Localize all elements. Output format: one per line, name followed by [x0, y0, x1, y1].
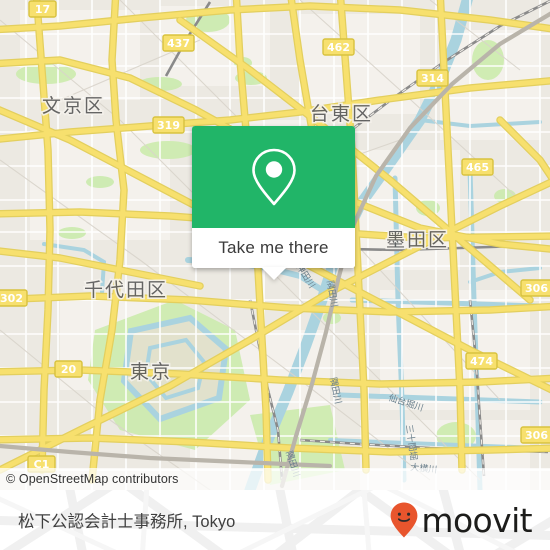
svg-text:474: 474	[470, 355, 493, 368]
footer-bar: 松下公認会計士事務所, Tokyo moovit	[0, 490, 550, 550]
svg-text:17: 17	[35, 3, 50, 16]
svg-text:文京区: 文京区	[42, 95, 105, 117]
svg-text:306: 306	[525, 429, 548, 442]
svg-text:462: 462	[327, 41, 350, 54]
svg-text:437: 437	[167, 37, 190, 50]
map-attribution-bar: © OpenStreetMap contributors	[0, 468, 550, 490]
moovit-logo: moovit	[389, 500, 533, 540]
svg-text:465: 465	[466, 161, 489, 174]
svg-text:墨田区: 墨田区	[386, 229, 449, 251]
svg-text:302: 302	[0, 292, 23, 305]
popup-pointer-tail	[260, 267, 287, 280]
place-name-label: 松下公認会計士事務所, Tokyo	[18, 513, 236, 531]
svg-text:314: 314	[421, 72, 444, 85]
osm-attribution-text: © OpenStreetMap contributors	[6, 472, 179, 486]
moovit-wordmark: moovit	[421, 500, 532, 540]
moovit-map-share-card: 文京区 台東区 墨田区 千代田区 東京 神田川 隅田川 隅田川 仙台堀川 三十間…	[0, 0, 550, 550]
popup-icon-area	[192, 126, 355, 228]
svg-text:東京: 東京	[130, 361, 172, 383]
map-pin-icon	[251, 148, 296, 206]
take-me-there-popup[interactable]: Take me there	[192, 126, 355, 280]
svg-text:20: 20	[61, 363, 77, 376]
take-me-there-label: Take me there	[218, 238, 329, 257]
svg-text:306: 306	[525, 282, 548, 295]
svg-text:台東区: 台東区	[310, 103, 373, 125]
svg-text:319: 319	[157, 119, 180, 132]
take-me-there-button[interactable]: Take me there	[192, 228, 355, 268]
moovit-smiley-pin-icon	[391, 502, 418, 538]
svg-text:千代田区: 千代田区	[84, 279, 168, 301]
